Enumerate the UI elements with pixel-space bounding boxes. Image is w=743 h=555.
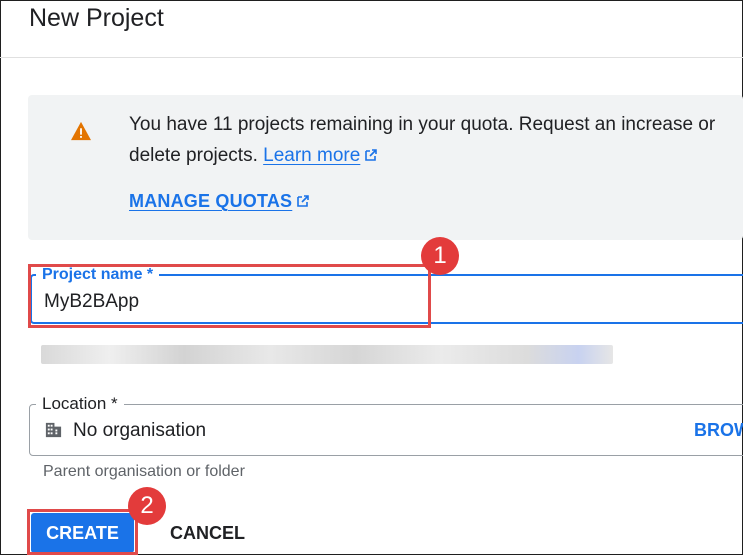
title-divider <box>0 57 743 58</box>
learn-more-link[interactable]: Learn more <box>263 145 360 166</box>
cancel-button[interactable]: CANCEL <box>160 513 255 553</box>
warning-icon <box>71 121 91 141</box>
create-highlight <box>27 509 138 555</box>
external-link-icon[interactable] <box>364 148 378 162</box>
manage-quotas-label[interactable]: MANAGE QUOTAS <box>129 191 292 211</box>
manage-quotas-link[interactable]: MANAGE QUOTAS <box>129 191 310 212</box>
external-link-icon[interactable] <box>296 194 310 208</box>
quota-message: You have 11 projects remaining in your q… <box>129 109 739 171</box>
browse-button[interactable]: BROW <box>694 420 743 441</box>
location-hint: Parent organisation or folder <box>43 463 245 480</box>
dialog-title: New Project <box>29 4 164 32</box>
project-name-highlight <box>28 264 431 328</box>
step-2-badge: 2 <box>128 487 166 525</box>
location-label: Location * <box>36 394 124 414</box>
location-value: No organisation <box>73 420 207 441</box>
project-id-redacted <box>41 345 613 364</box>
quota-notice: You have 11 projects remaining in your q… <box>28 95 743 240</box>
organization-icon <box>45 422 62 438</box>
step-1-badge: 1 <box>421 237 459 275</box>
quota-message-text: You have 11 projects remaining in your q… <box>129 114 716 166</box>
